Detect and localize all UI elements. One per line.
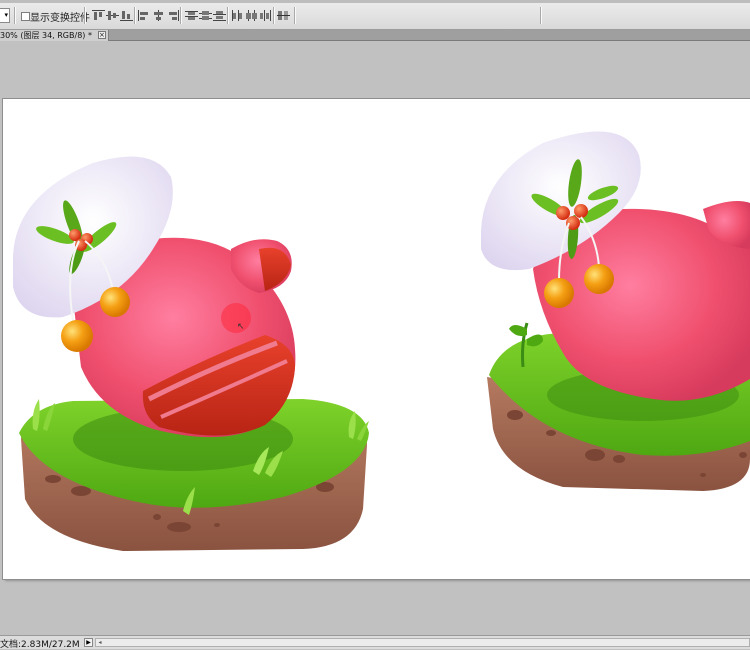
document-tab[interactable]: 30% (图层 34, RGB/8) * × — [0, 30, 109, 41]
document-tab-bar: 30% (图层 34, RGB/8) * × — [0, 30, 750, 41]
arrow-cursor-icon: ↖ — [237, 322, 245, 332]
separator — [84, 7, 86, 24]
document-size-info: 文档:2.83M/27.2M — [0, 640, 80, 650]
align-top-edges-icon[interactable] — [92, 10, 105, 21]
distribute-top-icon[interactable] — [185, 10, 198, 21]
show-transform-controls-checkbox[interactable] — [21, 12, 30, 21]
chevron-down-icon: ▾ — [4, 11, 8, 19]
distribute-hcenter-icon[interactable] — [245, 10, 258, 21]
align-right-edges-icon[interactable] — [166, 10, 179, 21]
distribute-left-icon[interactable] — [231, 10, 244, 21]
separator — [180, 7, 182, 24]
align-vertical-centers-icon[interactable] — [106, 10, 119, 21]
distribute-bottom-icon[interactable] — [213, 10, 226, 21]
separator — [294, 7, 296, 24]
window-top-edge — [0, 0, 750, 3]
right-mitten-icon — [481, 131, 750, 491]
show-transform-controls-label: 显示变换控件 — [30, 13, 90, 24]
document-tab-title: 30% (图层 34, RGB/8) * — [0, 31, 92, 40]
document-canvas[interactable]: ↖ — [3, 99, 750, 579]
distribute-vcenter-icon[interactable] — [199, 10, 212, 21]
brush-cursor — [221, 303, 251, 333]
align-left-edges-icon[interactable] — [138, 10, 151, 21]
separator — [540, 7, 542, 24]
horizontal-scrollbar[interactable]: ◂ — [95, 638, 750, 647]
tool-preset-dropdown[interactable]: ▾ — [0, 8, 10, 23]
separator — [134, 7, 136, 24]
distribute-right-icon[interactable] — [259, 10, 272, 21]
options-bar: ▾ 显示变换控件 — [0, 0, 750, 30]
separator — [14, 7, 16, 24]
separator — [273, 7, 275, 24]
close-icon[interactable]: × — [97, 31, 106, 39]
status-menu-arrow-icon[interactable]: ▶ — [84, 638, 93, 647]
auto-align-layers-icon[interactable] — [277, 10, 290, 21]
align-bottom-edges-icon[interactable] — [120, 10, 133, 21]
status-bar: 文档:2.83M/27.2M ▶ ◂ — [0, 635, 750, 650]
scroll-left-icon[interactable]: ◂ — [96, 639, 104, 646]
canvas-workspace[interactable]: ↖ — [0, 41, 750, 635]
mitten-illustration — [13, 131, 750, 551]
align-horizontal-centers-icon[interactable] — [152, 10, 165, 21]
left-mitten-icon — [13, 156, 369, 551]
separator — [227, 7, 229, 24]
